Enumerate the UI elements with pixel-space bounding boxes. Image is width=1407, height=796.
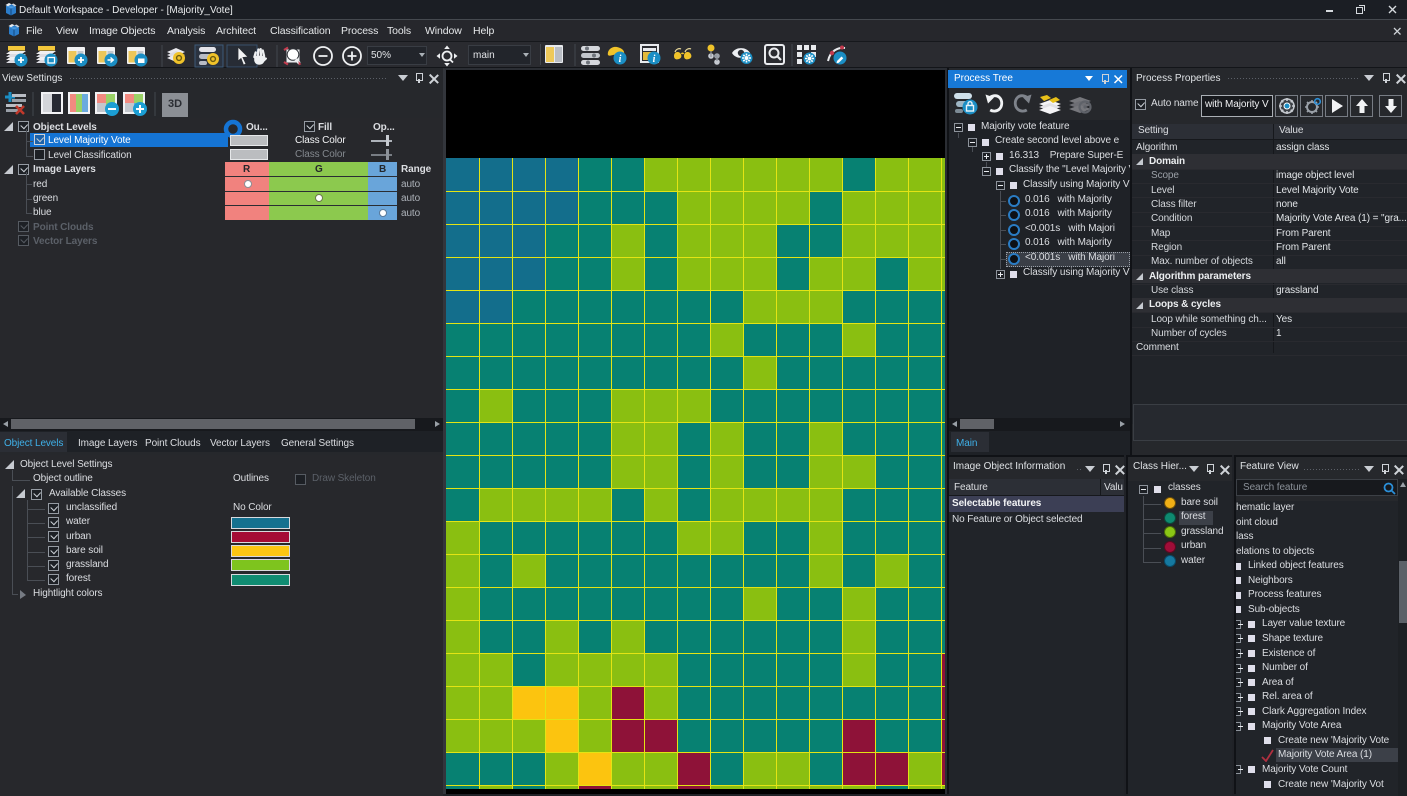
- svg-text:i: i: [619, 54, 622, 65]
- svg-text:i: i: [653, 54, 656, 65]
